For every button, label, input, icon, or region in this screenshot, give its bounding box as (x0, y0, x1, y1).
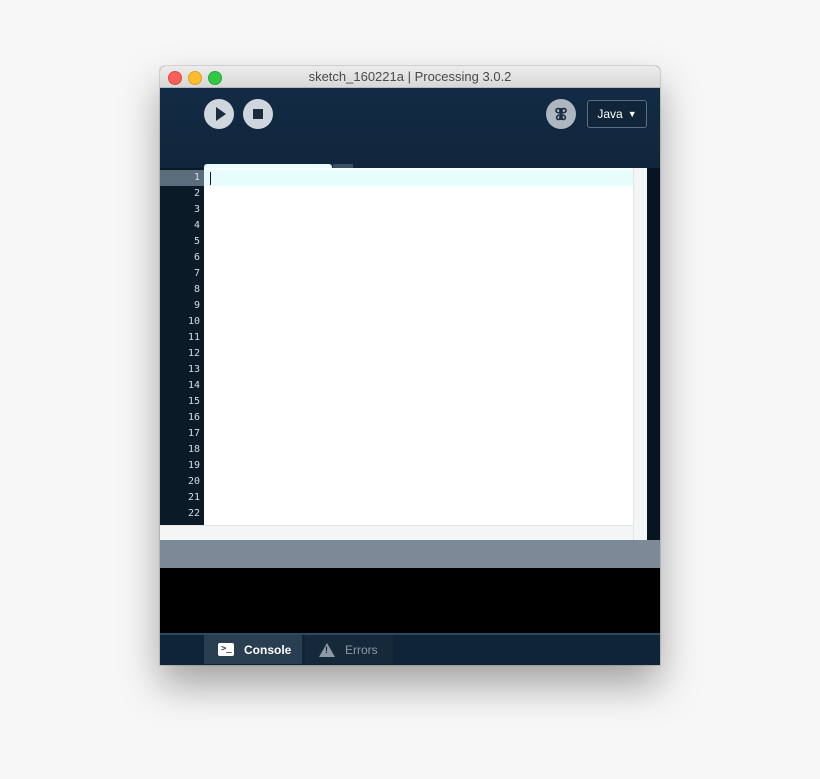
line-number: 1 (160, 170, 204, 186)
status-bar (160, 540, 660, 568)
stop-icon (253, 109, 263, 119)
line-number: 11 (187, 332, 200, 343)
line-number: 21 (187, 492, 200, 503)
line-number-gutter: 1 2 3 4 5 6 7 8 9 10 11 12 13 14 15 16 17 18 19 20 21 22 (160, 168, 204, 525)
line-number: 19 (187, 460, 200, 471)
warning-icon: ! (319, 642, 335, 657)
play-icon (215, 107, 226, 121)
line-number: 15 (187, 396, 200, 407)
line-number: 4 (193, 220, 200, 231)
line-number: 7 (193, 268, 200, 279)
butterfly-icon (555, 107, 567, 121)
chevron-down-icon: ▼ (627, 109, 637, 119)
line-number: 16 (187, 412, 200, 423)
console-tab-label: Console (244, 642, 292, 657)
line-number: 8 (193, 284, 200, 295)
stop-button[interactable] (243, 99, 273, 129)
line-number: 20 (187, 476, 200, 487)
debug-button[interactable] (546, 99, 576, 129)
errors-tab-label: Errors (345, 642, 378, 657)
line-number: 2 (193, 188, 200, 199)
title-bar[interactable]: sketch_160221a | Processing 3.0.2 (160, 66, 660, 88)
mode-selector[interactable]: Java ▼ (587, 100, 647, 128)
processing-window: sketch_160221a | Processing 3.0.2 Java ▼… (160, 66, 660, 665)
vertical-scrollbar[interactable] (633, 168, 647, 540)
line-number: 18 (187, 444, 200, 455)
line-number: 22 (187, 508, 200, 519)
line-number: 14 (187, 380, 200, 391)
tab-console[interactable]: >_ Console (204, 635, 302, 664)
line-number: 9 (193, 300, 200, 311)
text-caret (210, 172, 211, 185)
line-number: 5 (193, 236, 200, 247)
tab-errors[interactable]: ! Errors (305, 635, 393, 664)
console-output[interactable] (160, 568, 660, 633)
line-number: 13 (187, 364, 200, 375)
code-editor[interactable] (204, 168, 633, 525)
terminal-icon: >_ (218, 643, 234, 656)
window-title: sketch_160221a | Processing 3.0.2 (308, 69, 512, 84)
footer-bar: >_ Console ! Errors (160, 635, 660, 665)
mode-label: Java (597, 107, 623, 121)
line-number: 17 (187, 428, 200, 439)
current-line-highlight (204, 170, 633, 186)
line-number: 6 (193, 252, 200, 263)
line-number: 3 (193, 204, 200, 215)
line-number: 12 (187, 348, 200, 359)
run-button[interactable] (204, 99, 234, 129)
horizontal-scrollbar[interactable] (160, 525, 633, 540)
line-number: 10 (187, 316, 200, 327)
editor-right-edge (647, 168, 660, 540)
